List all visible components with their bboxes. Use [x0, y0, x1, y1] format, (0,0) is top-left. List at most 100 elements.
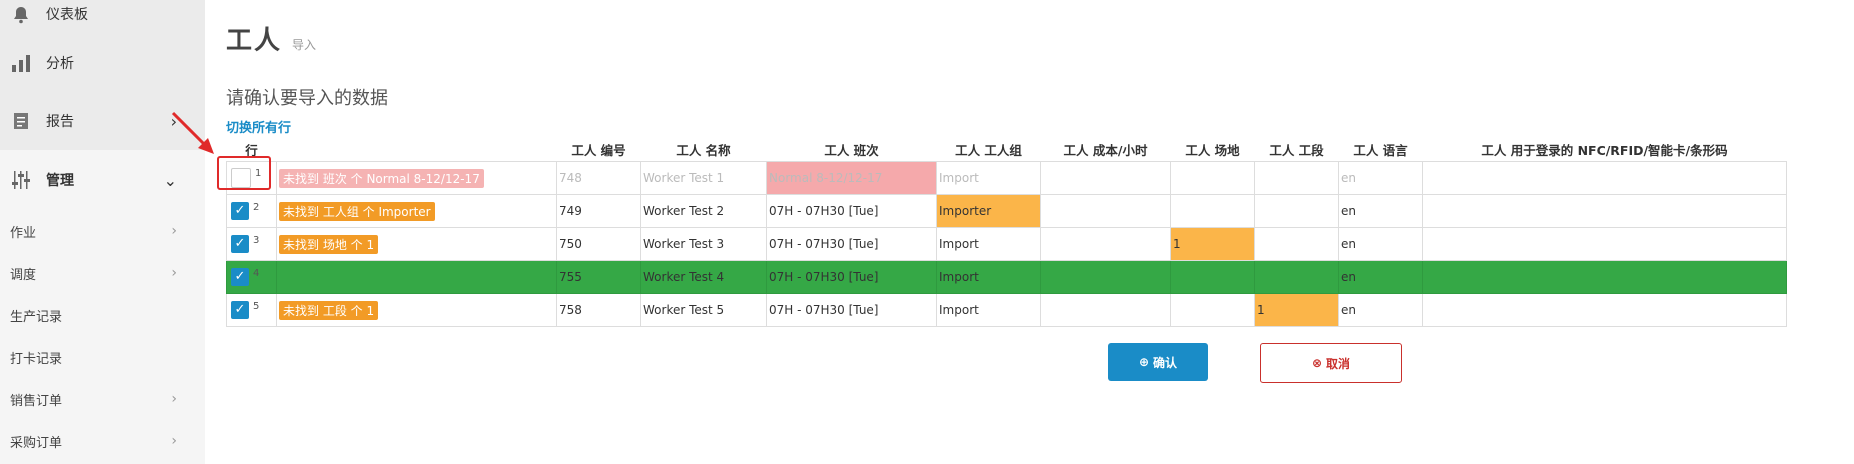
row-number: 1 — [255, 168, 262, 179]
row-select-cell: ✓ 4 — [226, 260, 277, 294]
row-number: 2 — [253, 202, 260, 213]
table-row: ✓ 4 755 Worker Test 4 07H - 07H30 [Tue] I… — [226, 260, 1787, 294]
nav-reports-label: 报告 — [46, 114, 74, 130]
error-tag: 未找到 场地 个 1 — [279, 234, 379, 254]
nav-sales-orders-label: 销售订单 — [10, 393, 63, 409]
row-number: 3 — [253, 235, 260, 246]
col-header-shift: 工人 班次 — [824, 142, 879, 158]
cell-nfc — [1422, 194, 1787, 228]
col-header-language: 工人 语言 — [1353, 142, 1408, 158]
nav-analysis[interactable]: 分析 — [0, 34, 205, 92]
error-tag: 未找到 工人组 个 Importer — [279, 201, 435, 221]
row-checkbox[interactable]: ✓ — [231, 202, 249, 220]
row-select-cell: ✓ 2 — [226, 194, 277, 228]
cell-nfc — [1422, 293, 1787, 327]
chevron-right-icon: › — [171, 223, 177, 239]
table-row: ✓ 2 未找到 工人组 个 Importer 749 Worker Test 2 … — [226, 194, 1787, 228]
cell-language: en — [1338, 194, 1423, 228]
row-number: 5 — [253, 301, 260, 312]
cell-site: 1 — [1170, 227, 1255, 261]
cell-site — [1170, 161, 1255, 195]
row-checkbox[interactable] — [231, 168, 251, 188]
cancel-button[interactable]: ⊗ 取消 — [1260, 343, 1402, 383]
document-icon — [10, 110, 32, 132]
row-checkbox[interactable]: ✓ — [231, 235, 249, 253]
cell-shift: 07H - 07H30 [Tue] — [766, 293, 937, 327]
error-tag: 未找到 班次 个 Normal 8-12/12-17 — [279, 168, 484, 188]
row-checkbox[interactable]: ✓ — [231, 268, 249, 286]
chevron-right-icon: › — [171, 433, 177, 449]
nav-purchase-orders-label: 采购订单 — [10, 435, 63, 451]
col-header-group: 工人 工人组 — [955, 142, 1022, 158]
error-cell: 未找到 工人组 个 Importer — [276, 194, 557, 228]
cell-cost — [1040, 194, 1171, 228]
main-content: 工人 导入 请确认要导入的数据 切换所有行 行 工人 编号 工人 名称 工人 班… — [226, 0, 1854, 464]
row-select-cell: ✓ 3 — [226, 227, 277, 261]
col-header-section: 工人 工段 — [1269, 142, 1324, 158]
cell-site — [1170, 194, 1255, 228]
cell-id: 758 — [556, 293, 641, 327]
cell-group: Importer — [936, 194, 1041, 228]
error-tag: 未找到 工段 个 1 — [279, 300, 379, 320]
cell-group: Import — [936, 260, 1041, 294]
error-cell: 未找到 场地 个 1 — [276, 227, 557, 261]
nav-production-records[interactable]: 生产记录 — [0, 294, 205, 336]
cell-id: 749 — [556, 194, 641, 228]
nav-jobs[interactable]: 作业 › — [0, 210, 205, 252]
nav-clock-records-label: 打卡记录 — [10, 351, 63, 367]
nav-scheduling-label: 调度 — [10, 267, 37, 283]
cell-name: Worker Test 5 — [640, 293, 767, 327]
nav-dashboard[interactable]: 仪表板 — [0, 0, 205, 34]
cell-section — [1254, 161, 1339, 195]
col-header-name: 工人 名称 — [676, 142, 731, 158]
col-header-nfc: 工人 用于登录的 NFC/RFID/智能卡/条形码 — [1481, 142, 1728, 158]
nav-sales-orders[interactable]: 销售订单 › — [0, 378, 205, 420]
error-cell: 未找到 工段 个 1 — [276, 293, 557, 327]
col-header-site: 工人 场地 — [1185, 142, 1240, 158]
confirm-heading: 请确认要导入的数据 — [226, 88, 388, 109]
cell-id: 750 — [556, 227, 641, 261]
import-table: 行 工人 编号 工人 名称 工人 班次 工人 工人组 工人 成本/小时 工人 场… — [226, 137, 1787, 327]
cell-shift: 07H - 07H30 [Tue] — [766, 260, 937, 294]
error-cell: 未找到 班次 个 Normal 8-12/12-17 — [276, 161, 557, 195]
sliders-icon — [10, 169, 32, 191]
table-row: ✓ 3 未找到 场地 个 1 750 Worker Test 3 07H - 07… — [226, 227, 1787, 261]
cell-cost — [1040, 161, 1171, 195]
cell-id: 748 — [556, 161, 641, 195]
cell-language: en — [1338, 227, 1423, 261]
toggle-all-rows-link[interactable]: 切换所有行 — [226, 117, 291, 136]
cell-section — [1254, 227, 1339, 261]
nav-production-records-label: 生产记录 — [10, 309, 63, 325]
cancel-button-label: 取消 — [1326, 356, 1351, 371]
sidebar: 仪表板 分析 报告 › 管理 ⌄ 作业 › 调度 › 生产记录 打卡记录 销售订… — [0, 0, 205, 464]
nav-clock-records[interactable]: 打卡记录 — [0, 336, 205, 378]
cell-language: en — [1338, 260, 1423, 294]
table-header-row: 行 工人 编号 工人 名称 工人 班次 工人 工人组 工人 成本/小时 工人 场… — [227, 137, 1787, 162]
cell-site — [1170, 260, 1255, 294]
row-checkbox[interactable]: ✓ — [231, 301, 249, 319]
table-row: 1 未找到 班次 个 Normal 8-12/12-17 748 Worker … — [226, 161, 1787, 195]
cell-name: Worker Test 4 — [640, 260, 767, 294]
nav-dashboard-label: 仪表板 — [46, 7, 88, 23]
cell-id: 755 — [556, 260, 641, 294]
cell-section — [1254, 260, 1339, 294]
cell-shift: Normal 8-12/12-17 — [766, 161, 937, 195]
cell-nfc — [1422, 227, 1787, 261]
confirm-button[interactable]: ⊕ 确认 — [1108, 343, 1208, 381]
cell-language: en — [1338, 161, 1423, 195]
col-header-id: 工人 编号 — [571, 142, 626, 158]
cell-cost — [1040, 260, 1171, 294]
nav-jobs-label: 作业 — [10, 225, 37, 241]
col-header-error — [277, 137, 557, 162]
cell-language: en — [1338, 293, 1423, 327]
nav-scheduling[interactable]: 调度 › — [0, 252, 205, 294]
page-subtitle: 导入 — [292, 38, 317, 52]
cell-name: Worker Test 3 — [640, 227, 767, 261]
arrow-circle-icon: ⊕ — [1138, 355, 1150, 369]
col-header-row: 行 — [245, 142, 258, 158]
cell-section — [1254, 194, 1339, 228]
nav-purchase-orders[interactable]: 采购订单 › — [0, 420, 205, 462]
cell-nfc — [1422, 161, 1787, 195]
page-title: 工人 导入 — [226, 20, 316, 57]
cell-name: Worker Test 2 — [640, 194, 767, 228]
